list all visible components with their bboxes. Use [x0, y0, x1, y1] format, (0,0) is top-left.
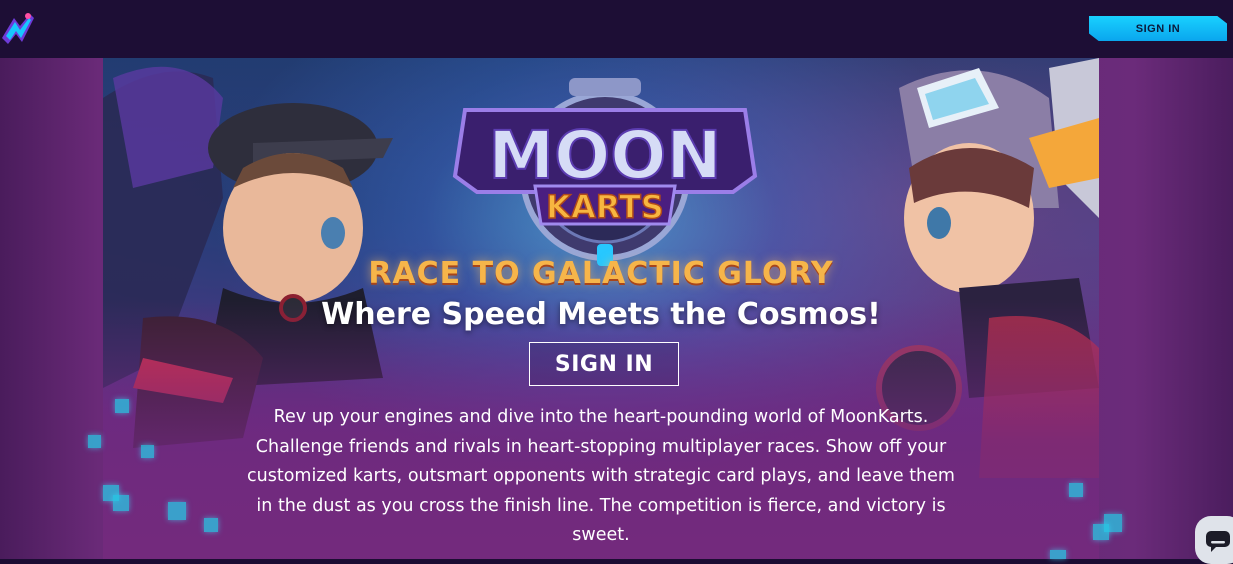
- decorative-square: [204, 518, 218, 532]
- decorative-square: [113, 495, 129, 511]
- hero-sign-in-button[interactable]: SIGN IN: [529, 342, 679, 386]
- chat-widget-button[interactable]: [1195, 516, 1233, 564]
- logo-text-karts: KARTS: [546, 188, 664, 226]
- decorative-square: [141, 445, 154, 458]
- decorative-square: [1069, 483, 1083, 497]
- decorative-square: [88, 435, 101, 448]
- game-logo-icon[interactable]: [0, 8, 36, 48]
- header-sign-in-button[interactable]: SIGN IN: [1089, 16, 1227, 41]
- decorative-square: [115, 399, 129, 413]
- decorative-square: [168, 502, 186, 520]
- decorative-square: [1050, 550, 1066, 559]
- decorative-square: [1093, 524, 1109, 540]
- moonkarts-logo-emblem: MOON KARTS: [452, 78, 758, 266]
- logo-text-moon: MOON: [488, 117, 721, 194]
- hero-subheadline: Where Speed Meets the Cosmos!: [321, 297, 881, 332]
- hero-section: MOON KARTS RACE TO GALACTIC GLORY Where …: [103, 58, 1099, 559]
- top-navigation-bar: SIGN IN: [0, 0, 1233, 58]
- chat-bubble-icon: [1206, 531, 1230, 552]
- hero-description: Rev up your engines and dive into the he…: [247, 407, 955, 545]
- hero-headline: RACE TO GALACTIC GLORY: [368, 256, 834, 291]
